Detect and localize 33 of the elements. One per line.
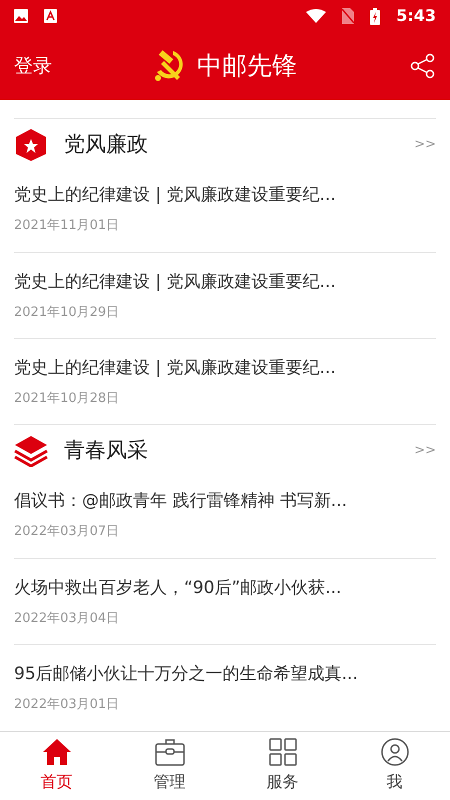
article-date: 2021年10月29日 (14, 304, 120, 322)
app-notification-icon (44, 9, 57, 23)
tab[interactable]: 我 (339, 732, 450, 800)
article-date: 2021年10月28日 (14, 390, 120, 408)
article-date: 2022年03月07日 (14, 523, 120, 541)
wifi-icon (306, 9, 326, 23)
article-date: 2022年03月04日 (14, 610, 120, 628)
login-link[interactable]: 登录 (14, 52, 52, 80)
article-title[interactable]: 95后邮储小伙让十万分之一的生命希望成真... (14, 659, 436, 689)
article-title[interactable]: 党史上的纪律建设 | 党风廉政建设重要纪... (14, 180, 436, 210)
section-title: 青春风采 (64, 436, 148, 464)
star-badge-icon (14, 128, 48, 162)
section-title: 党风廉政 (64, 130, 148, 158)
app-title: 中邮先锋 (197, 50, 297, 82)
clock-time: 5:43 (396, 5, 436, 27)
article-title[interactable]: 党史上的纪律建设 | 党风廉政建设重要纪... (14, 267, 436, 297)
article-date: 2021年11月01日 (14, 217, 120, 235)
layers-icon (14, 434, 48, 466)
share-icon[interactable] (410, 53, 436, 79)
grid-icon (268, 738, 298, 766)
home-icon (42, 738, 72, 766)
tab[interactable]: 管理 (113, 732, 226, 800)
article-title[interactable]: 党史上的纪律建设 | 党风廉政建设重要纪... (14, 353, 436, 383)
tab[interactable]: 服务 (226, 732, 339, 800)
image-notification-icon (14, 9, 28, 23)
article-title[interactable]: 火场中救出百岁老人，“90后”邮政小伙获... (14, 573, 436, 603)
tab[interactable]: 首页 (0, 732, 113, 800)
article-date: 2022年03月01日 (14, 696, 120, 714)
battery-icon (370, 8, 380, 24)
article-title[interactable]: 倡议书：@邮政青年 践行雷锋精神 书写新... (14, 486, 436, 516)
no-sim-icon (342, 8, 354, 24)
briefcase-icon (154, 738, 184, 766)
user-icon (380, 738, 410, 766)
